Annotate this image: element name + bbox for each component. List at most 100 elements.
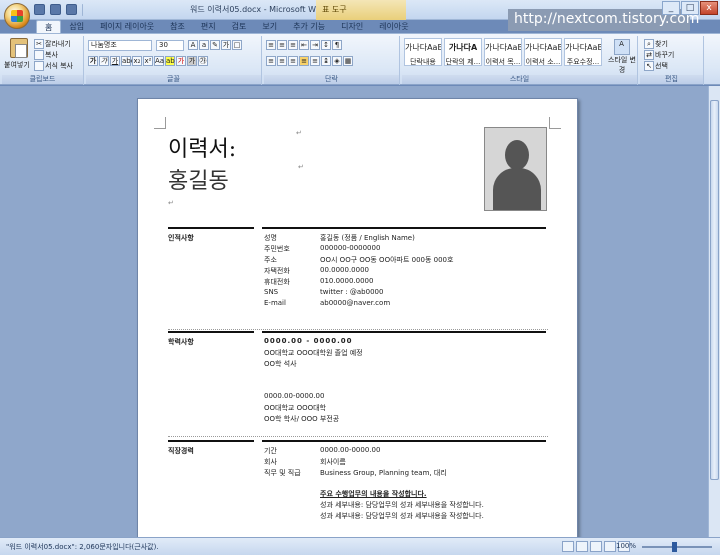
field-value[interactable]: OO학 학사/ OOO 부전공 (264, 414, 339, 424)
align-right-icon[interactable]: ≡ (288, 56, 298, 66)
borders-icon[interactable]: ▦ (343, 56, 353, 66)
print-layout-view-icon[interactable] (562, 541, 574, 552)
profile-photo-placeholder[interactable] (484, 127, 547, 211)
applicant-name[interactable]: 홍길동 (168, 163, 229, 195)
period-value[interactable]: 0000.00-0000.00 (264, 392, 324, 400)
field-value[interactable]: OO시 OO구 OO동 OO아파트 000동 000호 (320, 255, 453, 265)
multilevel-list-icon[interactable]: ≡ (288, 40, 298, 50)
save-icon[interactable] (34, 4, 45, 15)
field-value[interactable]: Business Group, Planning team, 대리 (320, 468, 447, 478)
tab-page-layout[interactable]: 페이지 레이아웃 (92, 20, 162, 34)
clear-format-icon[interactable]: ✎ (210, 40, 220, 50)
subscript-icon[interactable]: x₂ (132, 56, 142, 66)
strikethrough-icon[interactable]: abc (121, 56, 135, 66)
char-shading-icon[interactable]: 가 (187, 56, 197, 66)
section-heading-education[interactable]: 학력사항 (168, 337, 194, 347)
field-value[interactable]: OO대학교 OOO대학 (264, 403, 326, 413)
style-item[interactable]: 가나다A 단락의 제... (444, 38, 482, 66)
numbering-icon[interactable]: ≡ (277, 40, 287, 50)
field-label[interactable]: 주소 (264, 255, 277, 265)
section-heading-career[interactable]: 직장경력 (168, 446, 194, 456)
shrink-font-icon[interactable]: a (199, 40, 209, 50)
document-title[interactable]: 이력서: (168, 131, 236, 163)
field-label[interactable]: 자택전화 (264, 266, 290, 276)
format-painter-button[interactable]: 서식 복사 (34, 61, 73, 71)
duty-summary[interactable]: 주요 수행업무의 내용을 작성합니다. (320, 489, 427, 499)
style-item[interactable]: 가나다AaBbi주요수정... (564, 38, 602, 66)
distribute-icon[interactable]: ≡ (310, 56, 320, 66)
font-name-combo[interactable]: 나눔명조 (88, 40, 152, 51)
section-heading-personal[interactable]: 인적사항 (168, 233, 194, 243)
achievement-detail[interactable]: 성과 세부내용: 담당업무의 성과 세부내용을 작성합니다. (320, 500, 484, 510)
field-label[interactable]: 기간 (264, 446, 277, 456)
field-label[interactable]: SNS (264, 288, 278, 296)
align-center-icon[interactable]: ≡ (277, 56, 287, 66)
line-spacing-icon[interactable]: ↨ (321, 56, 331, 66)
zoom-slider[interactable] (642, 546, 712, 548)
maximize-button[interactable]: □ (681, 1, 699, 15)
cut-button[interactable]: ✂ 잘라내기 (34, 39, 71, 49)
field-value[interactable]: 홍길동 (정품 / English Name) (320, 233, 415, 243)
change-styles-button[interactable]: A 스타일 변경 (608, 39, 636, 75)
phonetic-icon[interactable]: 가 (221, 40, 231, 50)
tab-add-ins[interactable]: 추가 기능 (285, 20, 333, 34)
close-button[interactable]: x (700, 1, 718, 15)
justify-icon[interactable]: ≡ (299, 56, 309, 66)
field-label[interactable]: 회사 (264, 457, 277, 467)
style-item[interactable]: 가나다AaB 이력서 목... (484, 38, 522, 66)
tab-mailings[interactable]: 편지 (193, 20, 224, 34)
sort-icon[interactable]: ↕ (321, 40, 331, 50)
document-workspace[interactable]: 이력서: 홍길동 ↵ ↵ ↵ 인적사항 성명 홍길동 (정품 / English… (0, 86, 708, 537)
paste-button[interactable]: 붙여넣기 (4, 60, 30, 70)
underline-icon[interactable]: 가 (110, 56, 120, 66)
office-button[interactable] (4, 3, 30, 29)
full-screen-view-icon[interactable] (576, 541, 588, 552)
outline-view-icon[interactable] (604, 541, 616, 552)
change-case-icon[interactable]: Aa (154, 56, 164, 66)
tab-design[interactable]: 디자인 (333, 20, 371, 34)
style-item[interactable]: 가나다AaE 단락내용 (404, 38, 442, 66)
tab-layout[interactable]: 레이아웃 (371, 20, 416, 34)
zoom-level[interactable]: 100% (616, 542, 636, 550)
grow-font-icon[interactable]: A (188, 40, 198, 50)
bold-icon[interactable]: 가 (88, 56, 98, 66)
font-size-combo[interactable]: 30 (156, 40, 184, 51)
field-label[interactable]: 주민번호 (264, 244, 290, 254)
field-value[interactable]: 0000.00-0000.00 (320, 446, 380, 454)
field-value[interactable]: twitter : @ab0000 (320, 288, 383, 296)
increase-indent-icon[interactable]: ⇥ (310, 40, 320, 50)
char-border-icon[interactable]: □ (232, 40, 242, 50)
field-value[interactable]: ab0000@naver.com (320, 299, 390, 307)
tab-view[interactable]: 보기 (254, 20, 285, 34)
field-value[interactable]: OO학 석사 (264, 359, 297, 369)
enclose-char-icon[interactable]: ㉮ (198, 56, 208, 66)
redo-icon[interactable] (66, 4, 77, 15)
field-value[interactable]: 회사이름 (320, 457, 346, 467)
field-label[interactable]: 휴대전화 (264, 277, 290, 287)
field-value[interactable]: 000000-0000000 (320, 244, 380, 252)
replace-button[interactable]: ⇄ 바꾸기 (644, 50, 674, 60)
paste-icon[interactable] (10, 38, 28, 58)
tab-insert[interactable]: 삽입 (61, 20, 92, 34)
field-value[interactable]: 00.0000.0000 (320, 266, 369, 274)
document-page[interactable]: 이력서: 홍길동 ↵ ↵ ↵ 인적사항 성명 홍길동 (정품 / English… (137, 98, 578, 537)
vertical-scrollbar[interactable] (708, 86, 720, 537)
achievement-detail[interactable]: 성과 세부내용: 담당업무의 성과 세부내용을 작성합니다. (320, 511, 484, 521)
field-label[interactable]: 성명 (264, 233, 277, 243)
find-button[interactable]: ⌕ 찾기 (644, 39, 668, 49)
bullets-icon[interactable]: ≡ (266, 40, 276, 50)
scroll-thumb[interactable] (710, 100, 719, 480)
field-label[interactable]: 직무 및 직급 (264, 468, 301, 478)
decrease-indent-icon[interactable]: ⇤ (299, 40, 309, 50)
tab-home[interactable]: 홈 (36, 20, 62, 34)
align-left-icon[interactable]: ≡ (266, 56, 276, 66)
field-value[interactable]: OO대학교 OOO대학원 졸업 예정 (264, 348, 363, 358)
italic-icon[interactable]: 가 (99, 56, 109, 66)
highlight-icon[interactable]: ab (165, 56, 175, 66)
shading-icon[interactable]: ◈ (332, 56, 342, 66)
select-button[interactable]: ↖ 선택 (644, 61, 668, 71)
show-marks-icon[interactable]: ¶ (332, 40, 342, 50)
field-value[interactable]: 010.0000.0000 (320, 277, 373, 285)
web-layout-view-icon[interactable] (590, 541, 602, 552)
period-value[interactable]: 0000.00 - 0000.00 (264, 337, 353, 345)
